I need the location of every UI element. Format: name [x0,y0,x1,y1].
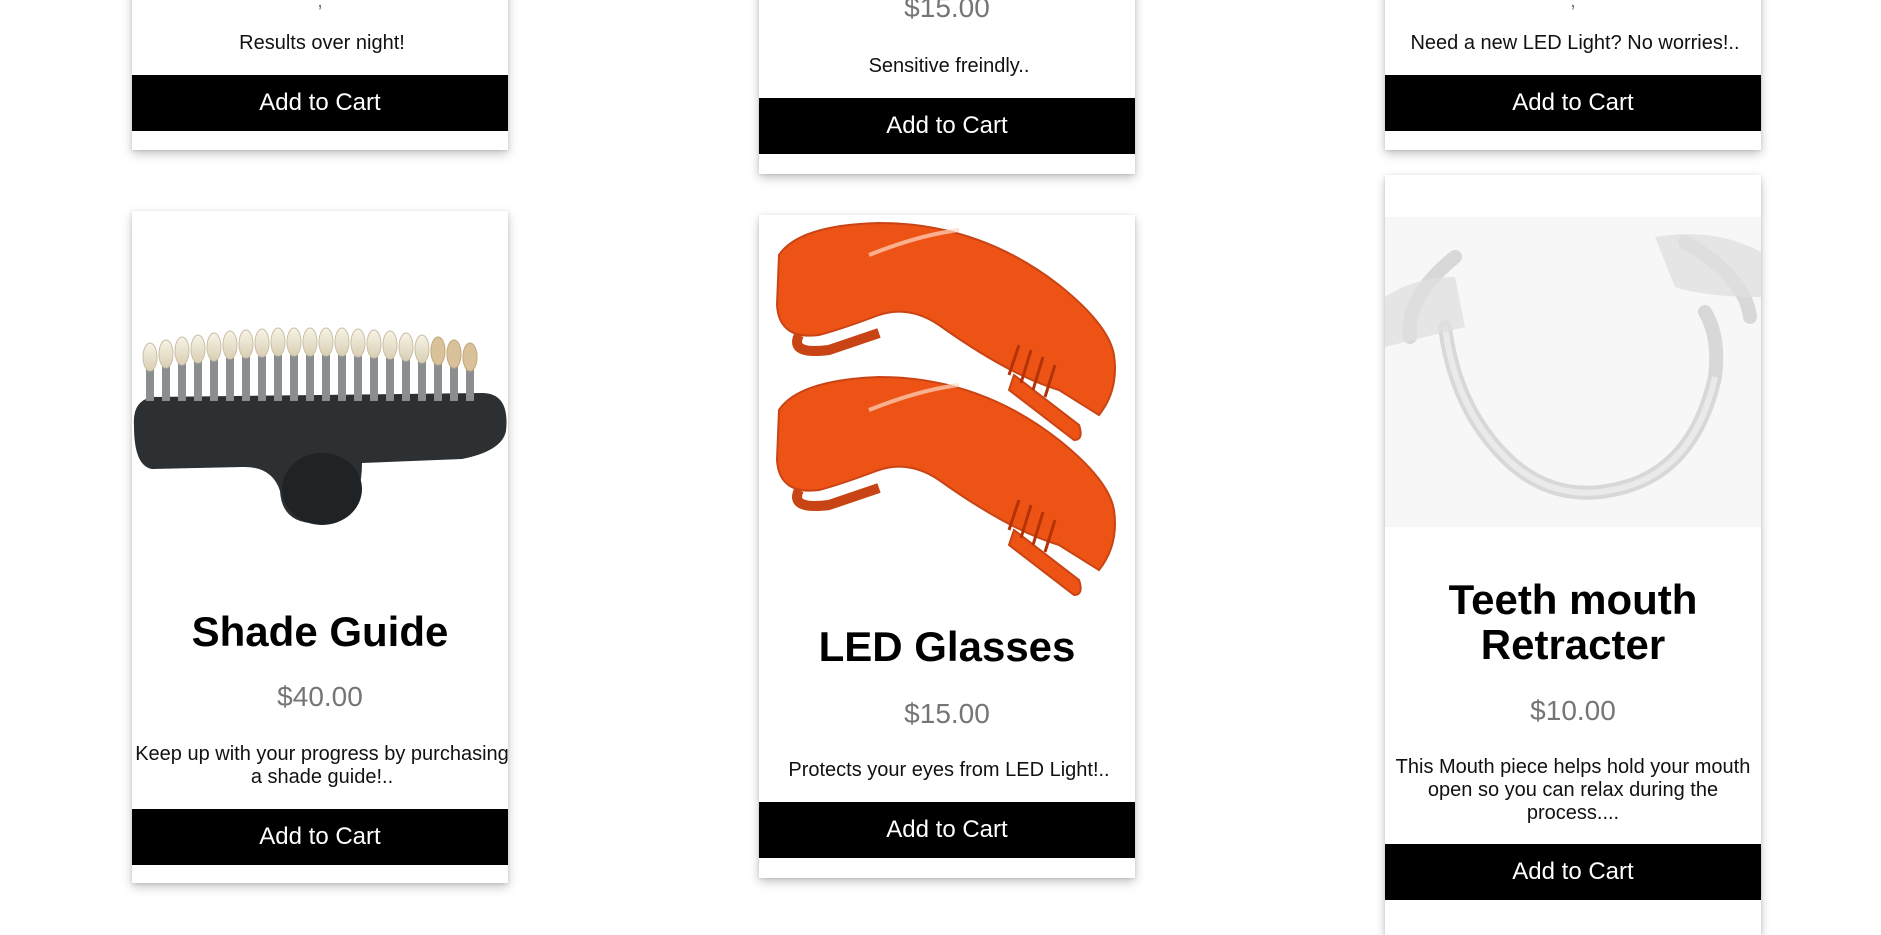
add-to-cart-button[interactable]: Add to Cart [1385,844,1761,900]
shade-guide-image [132,301,508,531]
product-description: This Mouth piece helps hold your mouth o… [1395,756,1751,824]
product-card-shade-guide: Shade Guide $40.00 Keep up with your pro… [132,211,509,883]
add-to-cart-button[interactable]: Add to Cart [759,98,1135,154]
product-description: Need a new LED Light? No worries!.. [1410,32,1740,54]
product-description: Results over night! [239,32,405,54]
product-title: Shade Guide [191,608,449,655]
product-price: $15.00 [904,698,990,729]
product-card-mouth-retracter: Teeth mouth Retracter $10.00 This Mouth … [1385,175,1761,935]
product-card: , Results over night! Add to Cart [132,0,508,150]
product-title: LED Glasses [818,623,1076,670]
product-card: , Need a new LED Light? No worries!.. Ad… [1385,0,1761,150]
mouth-retractor-image [1385,217,1761,527]
product-description: Protects your eyes from LED Light!.. [788,759,1110,781]
product-price: $40.00 [277,681,363,712]
product-description: Sensitive freindly.. [868,55,1030,77]
product-price: $15.00 [904,0,990,23]
product-title: Teeth mouth Retracter [1448,576,1698,668]
orange-safety-glasses-image [759,215,1135,600]
add-to-cart-button[interactable]: Add to Cart [1385,75,1761,131]
add-to-cart-button[interactable]: Add to Cart [132,75,508,131]
add-to-cart-button[interactable]: Add to Cart [759,802,1135,858]
product-price: $10.00 [1530,695,1616,726]
product-card-led-glasses: LED Glasses $15.00 Protects your eyes fr… [759,215,1135,878]
product-card: $15.00 Sensitive freindly.. Add to Cart [759,0,1135,174]
product-description: Keep up with your progress by purchasing… [135,743,509,788]
add-to-cart-button[interactable]: Add to Cart [132,809,508,865]
